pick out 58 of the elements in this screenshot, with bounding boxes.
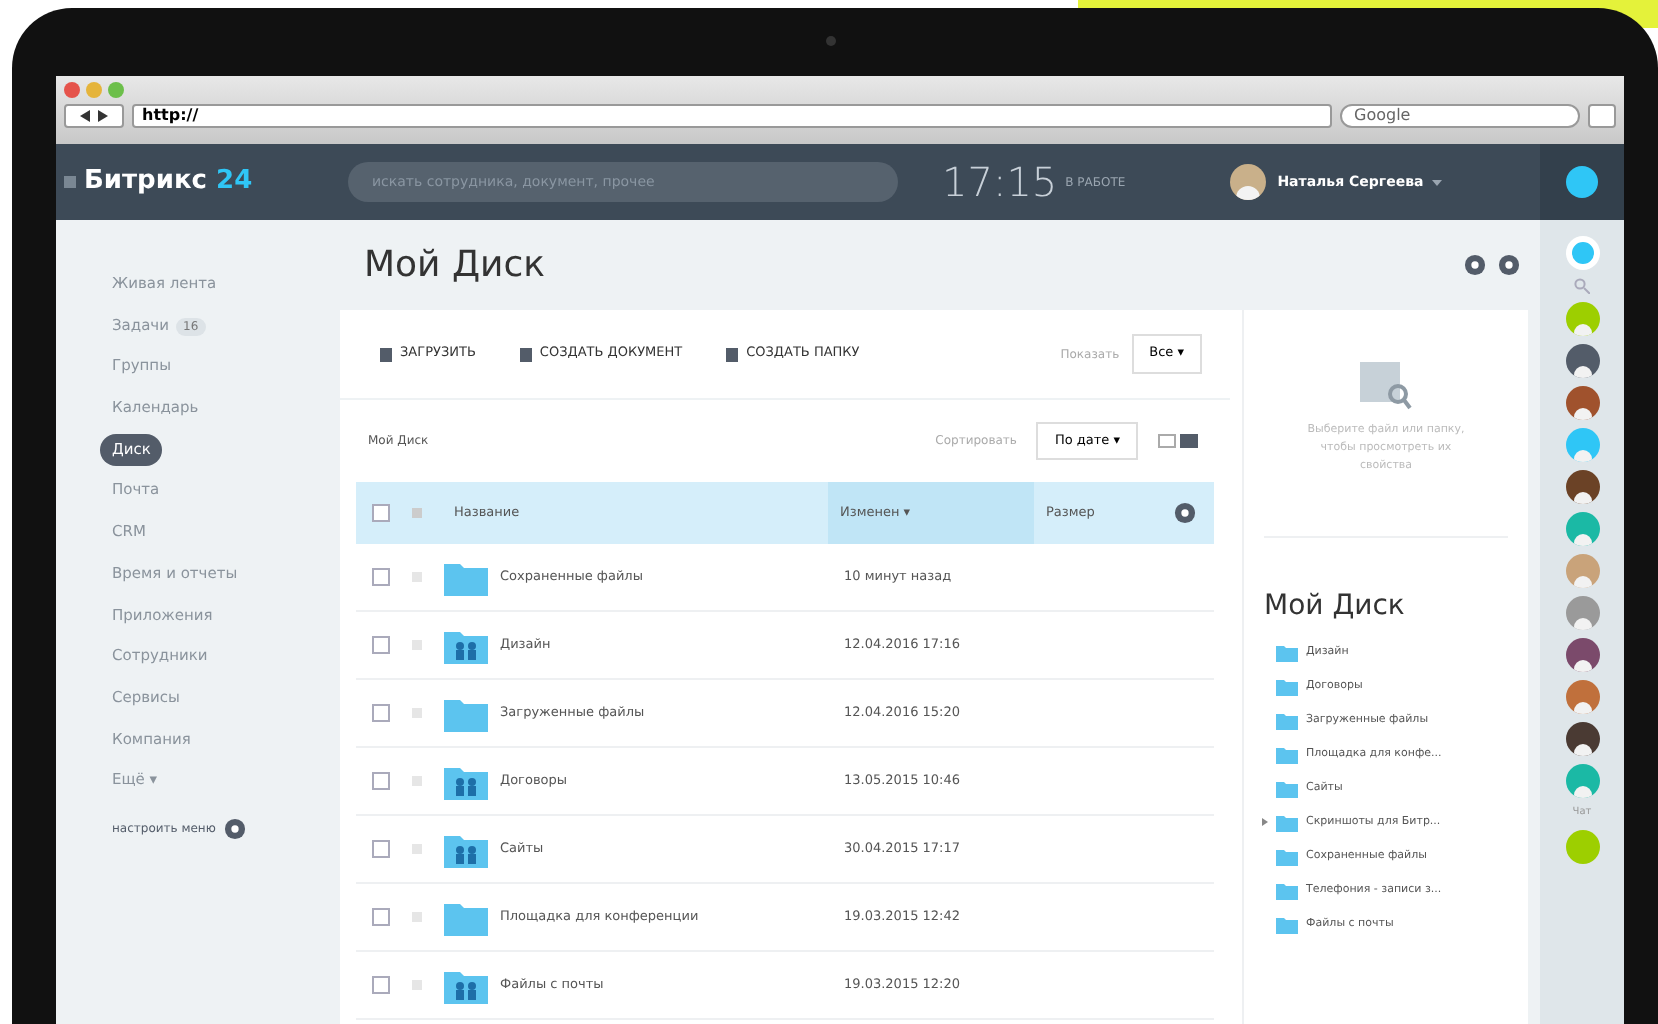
contact-avatar[interactable] [1565, 386, 1599, 420]
checkbox[interactable] [372, 568, 390, 586]
contact-avatar[interactable] [1565, 470, 1599, 504]
search-document-icon [1360, 362, 1412, 410]
folder-icon [444, 695, 488, 731]
checkbox[interactable] [372, 636, 390, 654]
back-icon [80, 110, 90, 122]
folder-icon [1276, 813, 1298, 831]
minimize-window-icon[interactable] [86, 82, 102, 98]
checkbox[interactable] [372, 976, 390, 994]
shared-folder-icon [444, 967, 488, 1003]
close-window-icon[interactable] [64, 82, 80, 98]
time-text: 17:15 [942, 156, 1058, 210]
contact-avatar[interactable] [1565, 722, 1599, 756]
folder-icon [1276, 677, 1298, 695]
caret-icon[interactable] [1431, 179, 1442, 185]
folder-icon [1276, 779, 1298, 797]
page-title: Мой Диск [364, 242, 545, 290]
folder-icon [1276, 847, 1298, 865]
browser-menu-button[interactable] [1588, 104, 1616, 128]
details-title: Мой Диск [1264, 588, 1405, 626]
url-text: http:// [142, 104, 199, 128]
notifications-icon[interactable] [1565, 236, 1599, 270]
settings-icon[interactable] [1464, 254, 1486, 276]
folder-icon [444, 899, 488, 935]
folder-icon [1276, 711, 1298, 729]
settings-icon[interactable] [1498, 254, 1520, 276]
maximize-window-icon[interactable] [108, 82, 124, 98]
shared-folder-icon [444, 831, 488, 867]
logo[interactable]: Битрикс 24 [84, 162, 348, 202]
camera-icon [826, 36, 836, 46]
toolbar-icon [726, 347, 739, 361]
folder-icon [1276, 915, 1298, 933]
folder-icon [1276, 745, 1298, 763]
checkbox[interactable] [372, 504, 390, 522]
shared-folder-icon [444, 627, 488, 663]
folder-icon [444, 559, 488, 595]
checkbox[interactable] [372, 840, 390, 858]
shared-folder-icon [444, 763, 488, 799]
back-forward-button[interactable] [64, 104, 124, 128]
checkbox[interactable] [372, 908, 390, 926]
list-view-icon[interactable] [1158, 434, 1176, 448]
checkbox[interactable] [372, 704, 390, 722]
address-bar[interactable]: http:// [132, 104, 1332, 128]
expand-arrow-icon[interactable] [1262, 818, 1268, 826]
settings-icon[interactable] [223, 817, 246, 840]
toolbar-icon [519, 347, 532, 361]
contact-avatar[interactable] [1565, 638, 1599, 672]
search-icon[interactable] [1574, 278, 1590, 294]
folder-icon [1276, 881, 1298, 899]
folder-icon [1276, 643, 1298, 661]
settings-icon[interactable] [1174, 502, 1196, 524]
user-avatar[interactable] [1229, 164, 1266, 200]
toolbar-icon [380, 347, 392, 361]
checkbox[interactable] [372, 772, 390, 790]
browser-search-field[interactable]: Google [1340, 104, 1580, 128]
contact-avatar[interactable] [1565, 344, 1599, 378]
forward-icon [98, 110, 108, 122]
